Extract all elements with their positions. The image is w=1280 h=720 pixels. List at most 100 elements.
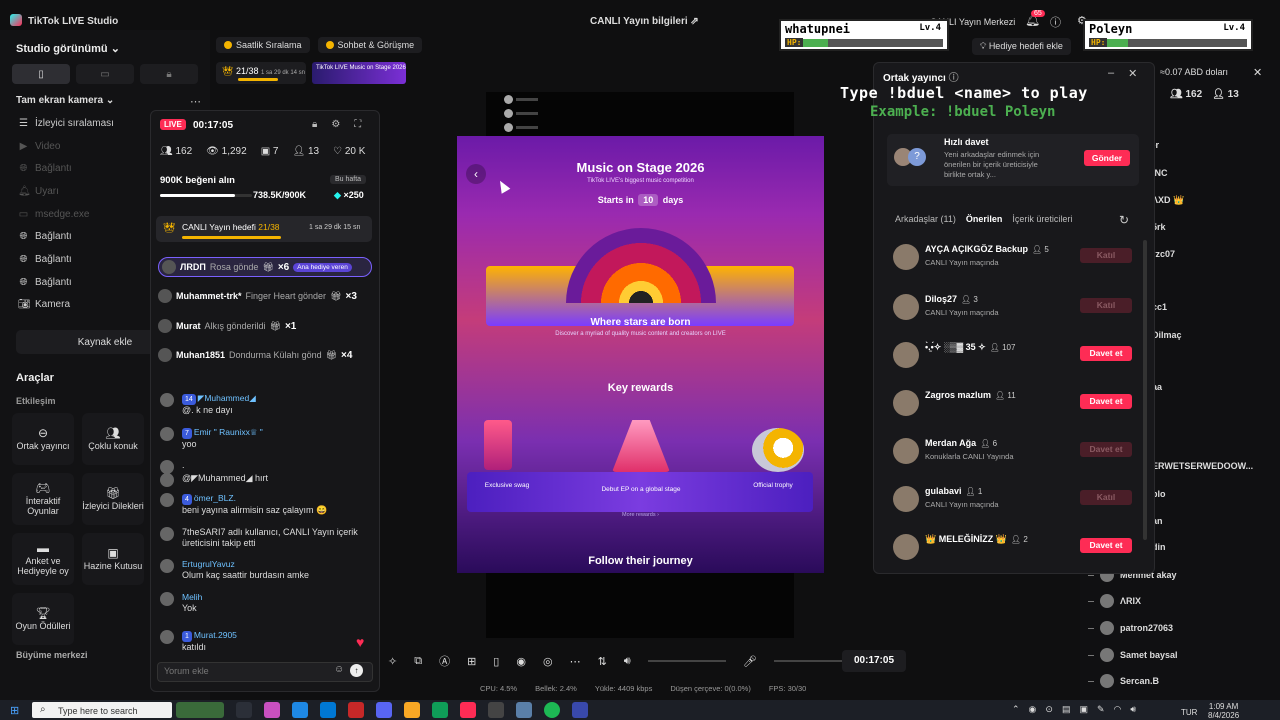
- spotify-icon[interactable]: [544, 702, 560, 718]
- windows-start-icon[interactable]: ⊞: [10, 704, 19, 717]
- tab-friends[interactable]: Arkadaşlar (11): [895, 214, 956, 224]
- app-icon[interactable]: [348, 702, 364, 718]
- right-followers: 👤︎ 13: [1212, 89, 1239, 100]
- discord-icon[interactable]: [376, 702, 392, 718]
- send-icon[interactable]: ↑: [350, 664, 363, 677]
- close-icon[interactable]: ✕: [1253, 66, 1262, 79]
- taskview-icon[interactable]: [236, 702, 252, 718]
- mic-slider[interactable]: [773, 660, 852, 662]
- tray-icon[interactable]: ◉: [1029, 704, 1037, 715]
- tray-icon[interactable]: ✎: [1097, 704, 1105, 715]
- effects-icon[interactable]: ✧: [388, 655, 397, 668]
- chat-username[interactable]: ◤Muhammed◢: [198, 393, 256, 403]
- tool-button[interactable]: 👥︎ Çoklu konuk: [82, 413, 144, 465]
- send-invite-button[interactable]: Gönder: [1084, 150, 1130, 166]
- tool-button[interactable]: 🎁︎ İzleyici Dilekleri: [82, 473, 144, 525]
- avatar: [160, 393, 174, 407]
- likes-goal-title: 900K beğeni alın: [160, 175, 235, 186]
- more-icon[interactable]: ⋯: [190, 95, 201, 108]
- mic-icon[interactable]: 🎤︎: [743, 655, 757, 668]
- refresh-icon[interactable]: ↻: [1119, 213, 1129, 227]
- portrait-view-tab[interactable]: ▯: [12, 64, 70, 84]
- mixer-icon[interactable]: ⇅: [598, 655, 607, 668]
- help-icon[interactable]: ⓘ: [1050, 14, 1061, 30]
- tool-button[interactable]: 🏆︎ Oyun Ödülleri: [12, 593, 74, 645]
- tool-button[interactable]: 🎮︎ İnteraktif Oyunlar: [12, 473, 74, 525]
- tab-creators[interactable]: İçerik üreticileri: [1012, 214, 1072, 224]
- tray-icon[interactable]: ▤: [1062, 704, 1071, 715]
- volume-icon[interactable]: 🔊︎: [1130, 704, 1136, 715]
- phone-icon[interactable]: ▯: [493, 655, 499, 668]
- invite-button[interactable]: Katıl: [1080, 248, 1132, 263]
- live-info-button[interactable]: CANLI Yayın bilgileri ⇗: [590, 16, 699, 27]
- chat-username[interactable]: Murat.2905: [194, 630, 237, 640]
- crop-icon[interactable]: ⧉: [414, 655, 422, 668]
- app-icon[interactable]: [572, 702, 588, 718]
- invite-button[interactable]: Katıl: [1080, 490, 1132, 505]
- avatar: [1100, 621, 1114, 635]
- invite-button[interactable]: Davet et: [1080, 394, 1132, 409]
- record-icon[interactable]: ◉: [516, 655, 526, 668]
- weather-widget[interactable]: [176, 702, 224, 718]
- minimize-icon[interactable]: –: [1108, 67, 1114, 80]
- copilot-icon[interactable]: [264, 702, 280, 718]
- gift-goal-button[interactable]: 💡︎ Hediye hedefi ekle: [972, 38, 1071, 55]
- chat-username[interactable]: Melih: [182, 592, 202, 602]
- more-icon[interactable]: ⋯: [570, 655, 581, 668]
- tool-button[interactable]: ▣ Hazine Kutusu: [82, 533, 144, 585]
- language-indicator[interactable]: TUR: [1181, 708, 1197, 717]
- landscape-view-tab[interactable]: ▭: [76, 64, 134, 84]
- hourly-rank-label: Saatlik Sıralama: [236, 40, 302, 50]
- promo-banner[interactable]: TikTok LIVE Music on Stage 2026: [312, 62, 406, 84]
- chat-username[interactable]: Emir " Raunixx♕ ": [194, 427, 263, 437]
- store-icon[interactable]: [292, 702, 308, 718]
- volume-icon[interactable]: 🔊︎: [624, 655, 631, 668]
- viewer-list-item[interactable]: Sercan.B: [1100, 673, 1159, 689]
- wifi-icon[interactable]: ◠: [1114, 704, 1122, 715]
- add-media-icon[interactable]: ⊞: [467, 655, 476, 668]
- list-bullet: [1088, 601, 1094, 602]
- player-card-2: Poleyn Lv.4 HP:: [1083, 19, 1253, 51]
- emoji-icon[interactable]: ☺: [334, 664, 344, 675]
- chevron-up-icon[interactable]: ⌃: [1012, 704, 1020, 715]
- viewer-list-item[interactable]: Samet baysal: [1100, 647, 1178, 663]
- chat-meet-pill[interactable]: Sohbet & Görüşme: [317, 37, 423, 53]
- close-icon[interactable]: ✕: [1128, 67, 1137, 80]
- tab-suggested[interactable]: Önerilen: [966, 214, 1003, 224]
- lock-icon[interactable]: 🔒︎: [312, 119, 317, 130]
- more-rewards-link[interactable]: More rewards ›: [457, 512, 824, 518]
- viewer-list-item[interactable]: patron27063: [1100, 620, 1173, 636]
- studio-view-dropdown[interactable]: Studio görünümü ⌄: [16, 42, 120, 55]
- app-title: TikTok LIVE Studio: [28, 16, 119, 27]
- gift-count: ×1: [284, 320, 297, 332]
- ai-icon[interactable]: Ⓐ: [439, 653, 450, 669]
- scene-dropdown[interactable]: Tam ekran kamera ⌄: [16, 95, 114, 106]
- invite-button[interactable]: Davet et: [1080, 346, 1132, 361]
- viewer-name-fragment: Dilmaç: [1152, 330, 1182, 340]
- scrollbar[interactable]: [1143, 240, 1147, 540]
- explorer-icon[interactable]: [404, 702, 420, 718]
- invite-button[interactable]: Davet et: [1080, 538, 1132, 553]
- tool-button[interactable]: ▬ Anket ve Hediyeyle oy: [12, 533, 74, 585]
- clock[interactable]: 1:09 AM 8/4/2026: [1208, 702, 1239, 720]
- target-icon[interactable]: ◎: [543, 655, 553, 668]
- lock-view-tab[interactable]: 🔒︎: [140, 64, 198, 84]
- tray-icon[interactable]: ▣: [1079, 704, 1088, 715]
- edge-icon[interactable]: [432, 702, 448, 718]
- app-icon[interactable]: [516, 702, 532, 718]
- hourly-rank-pill[interactable]: Saatlik Sıralama: [216, 37, 310, 53]
- popout-icon[interactable]: ⛶: [354, 119, 361, 130]
- viewer-list-item[interactable]: ΛRIX: [1100, 593, 1141, 609]
- chat-username[interactable]: ErtugrulYavuz: [182, 559, 235, 569]
- chat-username[interactable]: ömer_BLZ.: [194, 493, 236, 503]
- volume-slider[interactable]: [647, 660, 726, 662]
- tiktok-icon[interactable]: [460, 702, 476, 718]
- tool-button[interactable]: ⊖ Ortak yayıncı: [12, 413, 74, 465]
- outlook-icon[interactable]: [320, 702, 336, 718]
- invite-button[interactable]: Davet et: [1080, 442, 1132, 457]
- obs-icon[interactable]: [488, 702, 504, 718]
- source-label: Uyarı: [35, 185, 59, 197]
- invite-button[interactable]: Katıl: [1080, 298, 1132, 313]
- settings-icon[interactable]: ⚙: [331, 119, 340, 130]
- tray-icon[interactable]: ⊙: [1045, 704, 1053, 715]
